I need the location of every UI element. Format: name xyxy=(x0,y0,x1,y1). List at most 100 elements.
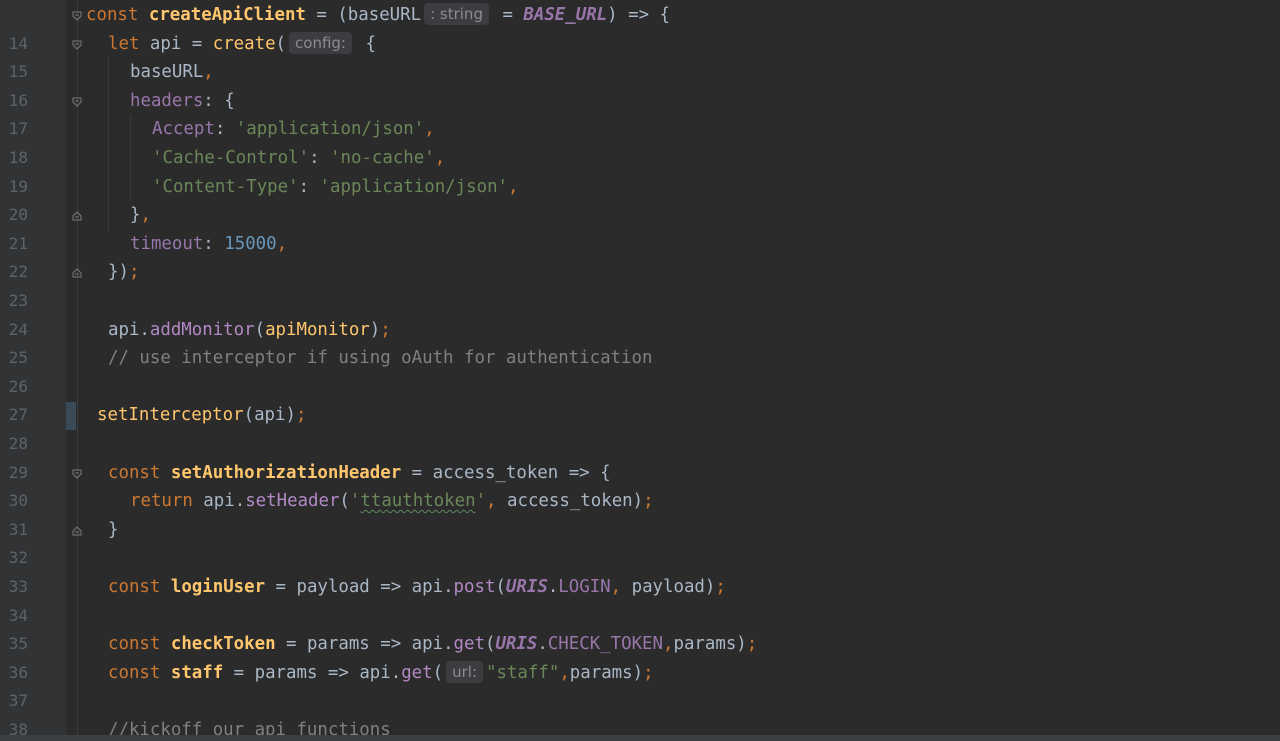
line-content[interactable]: timeout: 15000, xyxy=(130,230,287,259)
token-keyword: const xyxy=(86,5,139,25)
token: ( xyxy=(495,577,506,597)
token-string: 'Cache-Control' xyxy=(152,148,310,168)
token: : xyxy=(298,176,320,197)
code-line[interactable]: 17 headers: { xyxy=(0,87,1280,139)
horizontal-scrollbar[interactable] xyxy=(0,735,1280,741)
token-number: 15000 xyxy=(224,233,277,254)
code-line[interactable]: 33 xyxy=(0,544,1280,596)
token: ( xyxy=(275,33,287,54)
token-punct: ; xyxy=(295,405,307,426)
token-punct: ; xyxy=(746,634,758,655)
token-function-call: setInterceptor xyxy=(97,405,244,426)
token-constant: URIS xyxy=(505,577,548,597)
token-function-name: createApiClient xyxy=(148,5,306,25)
token: ( xyxy=(432,662,444,683)
code-line[interactable]: 37 const staff = params => api.get(url: "… xyxy=(0,659,1280,710)
token-punct: , xyxy=(610,577,632,597)
line-content[interactable]: 'Cache-Control': 'no-cache', xyxy=(152,144,445,173)
token-function-name: loginUser xyxy=(170,577,266,597)
line-content[interactable]: } xyxy=(108,516,118,545)
line-content[interactable]: setInterceptor(api); xyxy=(97,401,306,430)
token: api. xyxy=(192,491,246,512)
token-string: "staff" xyxy=(486,662,560,683)
token: : xyxy=(309,148,331,168)
code-line[interactable]: 15 let api = create(config: { xyxy=(0,30,1280,81)
line-content[interactable]: const createApiClient = (baseURL: string… xyxy=(86,1,670,30)
token: : { xyxy=(203,90,235,111)
line-content[interactable]: const loginUser = payload => api.post(UR… xyxy=(108,573,726,602)
token-property: headers xyxy=(130,90,204,111)
code-line[interactable]: 22 timeout: 15000, xyxy=(0,230,1280,282)
token-property: LOGIN xyxy=(558,577,611,597)
token: : xyxy=(203,233,225,254)
line-content[interactable]: return api.setHeader('ttauthtoken', acce… xyxy=(130,487,654,516)
code-line[interactable]: 16 baseURL, xyxy=(0,58,1280,110)
token: ( xyxy=(484,634,496,655)
token: api = xyxy=(139,33,213,54)
token-punct: ; xyxy=(380,319,391,340)
token: = access_token => { xyxy=(401,462,611,483)
code-line[interactable]: 26 // use interceptor if using oAuth for… xyxy=(0,344,1280,396)
code-line[interactable]: 29 xyxy=(0,430,1280,482)
token: access_token) xyxy=(507,491,644,512)
token: = xyxy=(491,5,524,25)
line-content[interactable]: const setAuthorizationHeader = access_to… xyxy=(108,459,611,488)
token-punct: , xyxy=(276,233,288,254)
line-content[interactable]: }, xyxy=(130,201,151,230)
code-line[interactable]: 27 xyxy=(0,373,1280,424)
token: { xyxy=(355,33,376,54)
token: : xyxy=(214,119,236,140)
line-content[interactable]: Accept: 'application/json', xyxy=(152,115,435,144)
token-punct: , xyxy=(486,491,507,512)
token: = payload => api. xyxy=(265,577,454,597)
code-line[interactable]: 34 const loginUser = payload => api.post… xyxy=(0,573,1280,625)
token-punct: ; xyxy=(715,577,726,597)
line-content[interactable]: baseURL, xyxy=(130,58,214,87)
line-content[interactable]: }); xyxy=(108,258,139,287)
line-content[interactable]: let api = create(config: { xyxy=(108,30,376,59)
token-string: 'application/json' xyxy=(235,119,425,140)
param-hint: url: xyxy=(446,660,484,683)
token-constant: BASE_URL xyxy=(523,5,608,25)
token-identifier: apiMonitor xyxy=(265,319,370,340)
token: params) xyxy=(673,634,747,655)
code-line[interactable]: 30 const setAuthorizationHeader = access… xyxy=(0,459,1280,511)
code-line[interactable]: 35 xyxy=(0,602,1280,653)
token-method: setHeader xyxy=(245,491,340,512)
token-constant: URIS xyxy=(495,634,538,655)
token: ) xyxy=(369,319,381,340)
token: ( xyxy=(254,319,266,340)
token: = (baseURL xyxy=(305,5,422,25)
line-content[interactable]: api.addMonitor(apiMonitor); xyxy=(108,316,391,345)
line-content[interactable]: const staff = params => api.get(url: "sta… xyxy=(108,659,654,688)
code-line[interactable]: 20 'Content-Type': 'application/json', xyxy=(0,173,1280,225)
code-line[interactable]: 14 const createApiClient = (baseURL: str… xyxy=(0,1,1280,53)
code-line[interactable]: 25 api.addMonitor(apiMonitor); xyxy=(0,316,1280,368)
line-content[interactable]: const checkToken = params => api.get(URI… xyxy=(108,630,757,659)
code-line[interactable]: 23 }); xyxy=(0,258,1280,310)
code-line[interactable]: 28 setInterceptor(api); xyxy=(0,401,1280,453)
token-string: 'Content-Type' xyxy=(152,176,299,197)
param-hint: config: xyxy=(289,31,352,54)
code-line[interactable]: 36 const checkToken = params => api.get(… xyxy=(0,630,1280,682)
line-content[interactable]: 'Content-Type': 'application/json', xyxy=(152,173,519,202)
line-content[interactable]: headers: { xyxy=(130,87,235,116)
token-string: ' xyxy=(349,491,361,512)
code-line[interactable]: 18 Accept: 'application/json', xyxy=(0,115,1280,167)
line-comment[interactable]: // use interceptor if using oAuth for au… xyxy=(108,344,652,373)
code-line[interactable]: 21 }, xyxy=(0,201,1280,253)
code-line[interactable]: 38 xyxy=(0,687,1280,739)
code-editor[interactable]: 14 const createApiClient = (baseURL: str… xyxy=(0,0,1280,741)
token-punct: , xyxy=(140,205,151,226)
token: payload) xyxy=(631,577,716,597)
code-line[interactable]: 24 xyxy=(0,287,1280,339)
code-line[interactable]: 32 } xyxy=(0,516,1280,568)
token-function-name: checkToken xyxy=(170,634,276,655)
code-line[interactable]: 31 return api.setHeader('ttauthtoken', a… xyxy=(0,487,1280,539)
token: }) xyxy=(108,262,129,283)
code-line[interactable]: 19 'Cache-Control': 'no-cache', xyxy=(0,144,1280,196)
token-string: 'no-cache' xyxy=(330,148,435,168)
